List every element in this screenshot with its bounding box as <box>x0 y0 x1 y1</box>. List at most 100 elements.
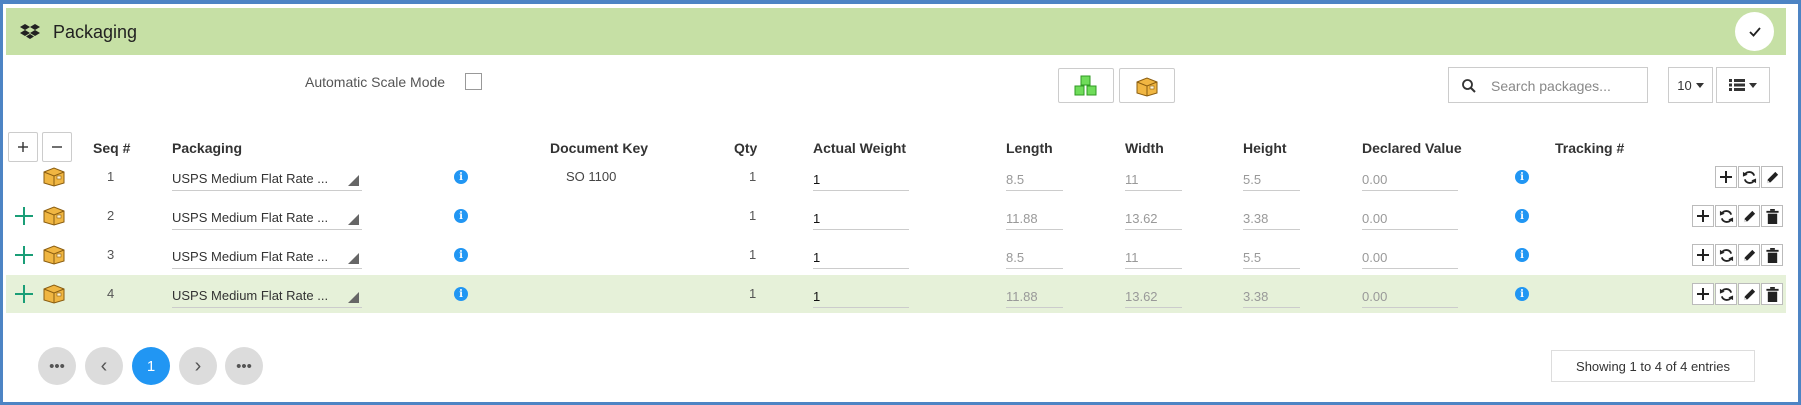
width-input[interactable]: 13.62 <box>1125 211 1158 226</box>
document-key: SO 1100 <box>566 169 617 184</box>
entries-summary: Showing 1 to 4 of 4 entries <box>1551 350 1755 382</box>
col-header-length[interactable]: Length <box>1006 140 1053 156</box>
declared-value-input[interactable]: 0.00 <box>1362 289 1387 304</box>
package-box-icon <box>43 245 65 265</box>
col-header-document-key[interactable]: Document Key <box>550 140 648 156</box>
minus-icon <box>52 146 62 148</box>
info-icon[interactable]: i <box>454 287 468 301</box>
col-header-actual-weight[interactable]: Actual Weight <box>813 140 906 156</box>
add-package-button[interactable] <box>1119 68 1175 103</box>
actual-weight-input[interactable]: 1 <box>813 211 820 226</box>
auto-scale-label: Automatic Scale Mode <box>305 74 446 90</box>
width-input[interactable]: 13.62 <box>1125 289 1158 304</box>
last-page-label: ••• <box>236 357 252 375</box>
packaging-select[interactable]: USPS Medium Flat Rate ... <box>172 210 328 225</box>
length-input[interactable]: 8.5 <box>1006 250 1024 265</box>
search-input[interactable] <box>1491 76 1641 96</box>
add-item-button[interactable] <box>1692 283 1714 305</box>
col-header-tracking[interactable]: Tracking # <box>1555 140 1624 156</box>
packaging-select[interactable]: USPS Medium Flat Rate ... <box>172 288 328 303</box>
consolidate-packages-button[interactable] <box>1058 68 1114 103</box>
width-input[interactable]: 11 <box>1125 250 1139 265</box>
length-input[interactable]: 11.88 <box>1006 289 1038 304</box>
info-icon[interactable]: i <box>454 170 468 184</box>
col-header-qty[interactable]: Qty <box>734 140 757 156</box>
auto-scale-checkbox[interactable] <box>465 73 482 90</box>
trash-icon <box>1765 208 1779 224</box>
declared-value-input[interactable]: 0.00 <box>1362 172 1387 187</box>
edit-button[interactable] <box>1738 283 1760 305</box>
height-underline <box>1243 268 1300 269</box>
last-page-button[interactable]: ••• <box>225 347 263 385</box>
delete-button[interactable] <box>1761 244 1783 266</box>
page-size-dropdown[interactable]: 10 <box>1668 67 1713 103</box>
col-header-packaging[interactable]: Packaging <box>172 140 242 156</box>
refresh-button[interactable] <box>1715 283 1737 305</box>
width-input[interactable]: 11 <box>1125 172 1139 187</box>
table-row[interactable]: 3 USPS Medium Flat Rate ... i 1 1 8.5 11 5.5 0.0… <box>6 236 1786 274</box>
plus-icon <box>1697 210 1709 222</box>
refresh-icon <box>1719 209 1733 223</box>
packaging-select[interactable]: USPS Medium Flat Rate ... <box>172 249 328 264</box>
actual-weight-input[interactable]: 1 <box>813 250 820 265</box>
info-icon[interactable]: i <box>454 248 468 262</box>
packaging-select[interactable]: USPS Medium Flat Rate ... <box>172 171 328 186</box>
info-icon[interactable]: i <box>1515 209 1529 223</box>
edit-button[interactable] <box>1761 166 1783 188</box>
edit-button[interactable] <box>1738 244 1760 266</box>
height-input[interactable]: 3.38 <box>1243 289 1268 304</box>
refresh-button[interactable] <box>1715 244 1737 266</box>
qty-value: 1 <box>749 247 757 262</box>
plus-icon <box>18 142 28 152</box>
view-options-button[interactable] <box>1716 67 1770 103</box>
col-header-declared-value[interactable]: Declared Value <box>1362 140 1462 156</box>
height-input[interactable]: 5.5 <box>1243 172 1261 187</box>
col-header-width[interactable]: Width <box>1125 140 1164 156</box>
plus-icon <box>1697 288 1709 300</box>
resize-handle-icon <box>348 292 359 303</box>
delete-button[interactable] <box>1761 205 1783 227</box>
trash-icon <box>1765 286 1779 302</box>
table-row[interactable]: 4 USPS Medium Flat Rate ... i 1 1 11.88 13.62 3… <box>6 275 1786 313</box>
caret-down-icon <box>1749 82 1757 88</box>
table-row[interactable]: 2 USPS Medium Flat Rate ... i 1 1 11.88 13.62 3… <box>6 197 1786 235</box>
add-item-button[interactable] <box>1715 166 1737 188</box>
table-row[interactable]: 1 USPS Medium Flat Rate ... i SO 1100 1 1 8.5 1… <box>6 158 1786 196</box>
expand-row-button[interactable] <box>14 284 34 304</box>
expand-row-button[interactable] <box>14 206 34 226</box>
add-item-button[interactable] <box>1692 244 1714 266</box>
done-button[interactable] <box>1735 12 1774 51</box>
packaging-underline <box>172 268 362 269</box>
next-page-button[interactable]: › <box>179 347 217 385</box>
actual-weight-input[interactable]: 1 <box>813 289 820 304</box>
expand-row-button[interactable] <box>14 245 34 265</box>
length-input[interactable]: 8.5 <box>1006 172 1024 187</box>
delete-button[interactable] <box>1761 283 1783 305</box>
length-input[interactable]: 11.88 <box>1006 211 1038 226</box>
declared-value-input[interactable]: 0.00 <box>1362 250 1387 265</box>
info-icon[interactable]: i <box>1515 170 1529 184</box>
height-input[interactable]: 3.38 <box>1243 211 1268 226</box>
length-underline <box>1006 190 1063 191</box>
first-page-button[interactable]: ••• <box>38 347 76 385</box>
actual-weight-input[interactable]: 1 <box>813 172 820 187</box>
col-header-height[interactable]: Height <box>1243 140 1287 156</box>
page-size-value: 10 <box>1677 77 1692 93</box>
qty-value: 1 <box>749 208 757 223</box>
declared-value-input[interactable]: 0.00 <box>1362 211 1387 226</box>
seq-number: 4 <box>107 286 115 301</box>
info-icon[interactable]: i <box>1515 248 1529 262</box>
col-header-seq[interactable]: Seq # <box>93 140 130 156</box>
resize-handle-icon <box>348 214 359 225</box>
info-icon[interactable]: i <box>1515 287 1529 301</box>
actual-weight-underline <box>813 307 909 308</box>
add-item-button[interactable] <box>1692 205 1714 227</box>
prev-page-button[interactable]: ‹ <box>85 347 123 385</box>
info-icon[interactable]: i <box>454 209 468 223</box>
refresh-button[interactable] <box>1738 166 1760 188</box>
refresh-button[interactable] <box>1715 205 1737 227</box>
edit-button[interactable] <box>1738 205 1760 227</box>
height-input[interactable]: 5.5 <box>1243 250 1261 265</box>
length-underline <box>1006 307 1063 308</box>
page-1-button[interactable]: 1 <box>132 347 170 385</box>
